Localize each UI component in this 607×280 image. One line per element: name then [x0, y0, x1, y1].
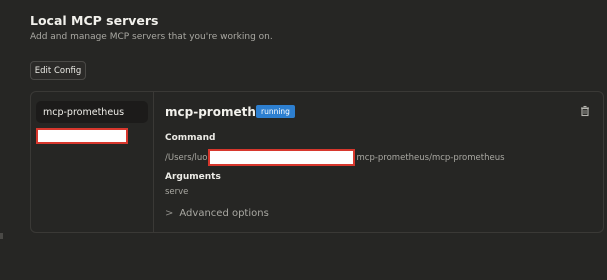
edge-marker: [0, 233, 3, 239]
command-suffix: mcp-prometheus/mcp-prometheus: [356, 152, 505, 163]
server-detail: mcp-prometheus running Command /Users/lu…: [165, 92, 603, 232]
command-label: Command: [165, 133, 216, 143]
redacted-server-list-item[interactable]: [36, 128, 128, 144]
advanced-options-label: Advanced options: [179, 208, 269, 219]
server-list: mcp-prometheus: [31, 92, 154, 232]
command-prefix: /Users/luo: [165, 152, 208, 163]
server-list-item-mcp-prometheus[interactable]: mcp-prometheus: [36, 101, 148, 123]
command-value: /Users/luo mcp-prometheus/mcp-prometheus: [165, 149, 505, 166]
chevron-right-icon: >: [165, 208, 174, 219]
arguments-label: Arguments: [165, 172, 221, 182]
trash-icon[interactable]: [579, 105, 591, 117]
page-subtitle: Add and manage MCP servers that you're w…: [30, 32, 273, 42]
edit-config-button[interactable]: Edit Config: [30, 61, 86, 80]
status-badge: running: [256, 105, 295, 118]
arguments-value: serve: [165, 187, 189, 197]
redacted-command-path: [208, 149, 356, 166]
servers-panel: mcp-prometheus mcp-prometheus running Co…: [30, 91, 604, 233]
mcp-settings-page: Local MCP servers Add and manage MCP ser…: [0, 0, 607, 280]
advanced-options-toggle[interactable]: > Advanced options: [165, 208, 269, 219]
page-title: Local MCP servers: [30, 13, 159, 28]
